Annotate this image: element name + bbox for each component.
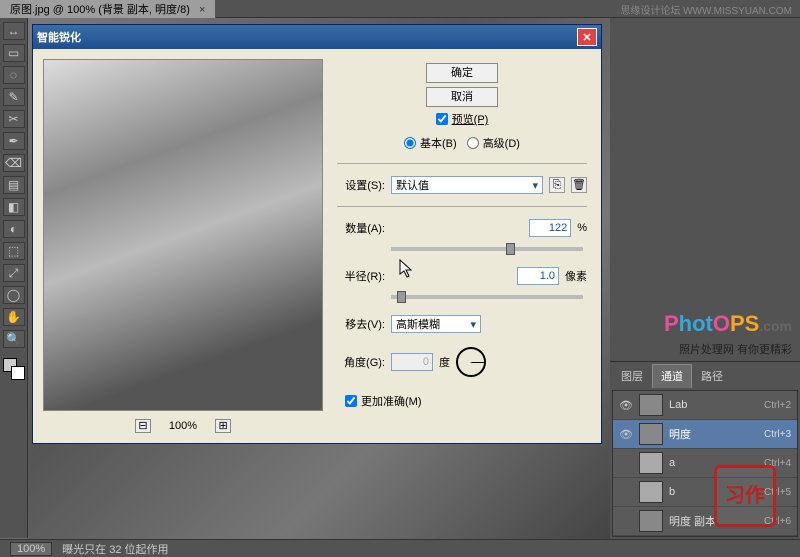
cancel-button[interactable]: 取消 [426, 87, 498, 107]
visibility-icon[interactable] [619, 514, 633, 528]
tab-channels[interactable]: 通道 [652, 364, 692, 388]
seal-stamp: 习作 [714, 465, 776, 527]
amount-label: 数量(A): [337, 220, 385, 236]
settings-select[interactable]: 默认值 ▾ [391, 176, 543, 194]
preview-checkbox-label: 预览(P) [452, 111, 489, 127]
settings-value: 默认值 [396, 177, 429, 193]
tool-brush[interactable]: ✒ [3, 132, 25, 150]
amount-slider[interactable] [391, 247, 583, 251]
basic-radio[interactable]: 基本(B) [404, 135, 457, 151]
visibility-icon[interactable]: 👁 [619, 398, 633, 412]
save-preset-icon[interactable]: ⎘ [549, 177, 565, 193]
tool-shape[interactable]: ◯ [3, 286, 25, 304]
tab-paths[interactable]: 路径 [692, 364, 732, 388]
remove-value: 高斯模糊 [396, 316, 440, 332]
zoom-out-button[interactable]: ⊟ [135, 419, 151, 433]
channel-name: Lab [669, 399, 758, 411]
chevron-down-icon: ▾ [532, 179, 538, 192]
more-accurate-checkbox[interactable]: 更加准确(M) [345, 393, 587, 409]
radius-input[interactable]: 1.0 [517, 267, 559, 285]
channel-thumb [639, 481, 663, 503]
dialog-title: 智能锐化 [37, 29, 81, 45]
tool-zoom[interactable]: 🔍 [3, 330, 25, 348]
status-text: 曝光只在 32 位起作用 [62, 541, 168, 557]
zoom-value: 100% [169, 420, 197, 432]
tab-layers[interactable]: 图层 [612, 364, 652, 388]
channel-thumb [639, 394, 663, 416]
tool-pen[interactable]: ◐ [3, 220, 25, 238]
tool-dodge[interactable]: ◧ [3, 198, 25, 216]
close-icon[interactable]: ✕ [577, 28, 597, 46]
photops-tagline: 照片处理网 有你更精彩 [610, 341, 800, 361]
angle-input: 0 [391, 353, 433, 371]
radius-label: 半径(R): [337, 268, 385, 284]
channel-row[interactable]: 👁 Lab Ctrl+2 [613, 391, 797, 420]
angle-unit: 度 [439, 354, 450, 370]
tool-wand[interactable]: ✎ [3, 88, 25, 106]
dialog-titlebar[interactable]: 智能锐化 ✕ [33, 25, 601, 49]
tool-marquee[interactable]: ▭ [3, 44, 25, 62]
photops-logo: PhotOPS.com [664, 311, 792, 337]
tool-gradient[interactable]: ▤ [3, 176, 25, 194]
status-bar: 100% 曝光只在 32 位起作用 [0, 539, 800, 557]
preview-checkbox[interactable]: 预览(P) [436, 111, 489, 127]
channel-shortcut: Ctrl+2 [764, 400, 791, 411]
preview-image[interactable] [43, 59, 323, 411]
document-title: 原图.jpg @ 100% (背景 副本, 明度/8) [10, 4, 190, 16]
radius-slider[interactable] [391, 295, 583, 299]
angle-dial[interactable] [456, 347, 486, 377]
delete-preset-icon[interactable]: 🗑 [571, 177, 587, 193]
channel-thumb [639, 510, 663, 532]
close-tab-icon[interactable]: × [199, 4, 205, 16]
remove-select[interactable]: 高斯模糊 ▾ [391, 315, 481, 333]
document-tab[interactable]: 原图.jpg @ 100% (背景 副本, 明度/8) × [0, 0, 216, 19]
zoom-in-button[interactable]: ⊞ [215, 419, 231, 433]
watermark-top: 思缘设计论坛 WWW.MISSYUAN.COM [620, 2, 792, 17]
angle-label: 角度(G): [337, 354, 385, 370]
amount-unit: % [577, 222, 587, 234]
status-zoom[interactable]: 100% [10, 542, 52, 556]
advanced-radio[interactable]: 高级(D) [467, 135, 520, 151]
chevron-down-icon: ▾ [470, 318, 476, 331]
tool-text[interactable]: ⬚ [3, 242, 25, 260]
preview-pane: ⊟ 100% ⊞ [43, 59, 323, 433]
right-panels: PhotOPS.com 照片处理网 有你更精彩 图层 通道 路径 👁 Lab C… [610, 18, 800, 539]
tool-eraser[interactable]: ⌫ [3, 154, 25, 172]
tool-move[interactable]: ↔ [3, 22, 25, 40]
toolbox: ↔ ▭ ◌ ✎ ✂ ✒ ⌫ ▤ ◧ ◐ ⬚ ⤢ ◯ ✋ 🔍 [0, 18, 28, 538]
preview-checkbox-input[interactable] [436, 113, 448, 125]
tool-hand[interactable]: ✋ [3, 308, 25, 326]
visibility-icon[interactable] [619, 485, 633, 499]
tool-crop[interactable]: ✂ [3, 110, 25, 128]
channel-thumb [639, 423, 663, 445]
amount-input[interactable]: 122 [529, 219, 571, 237]
channel-shortcut: Ctrl+3 [764, 429, 791, 440]
channel-row[interactable]: 👁 明度 Ctrl+3 [613, 420, 797, 449]
visibility-icon[interactable]: 👁 [619, 427, 633, 441]
mouse-cursor [400, 260, 416, 283]
tool-path[interactable]: ⤢ [3, 264, 25, 282]
smart-sharpen-dialog: 智能锐化 ✕ ⊟ 100% ⊞ 确定 取消 预览(P) 基本(B) 高级(D [32, 24, 602, 444]
channel-name: 明度 [669, 426, 758, 442]
color-swatch[interactable] [3, 358, 25, 380]
tool-lasso[interactable]: ◌ [3, 66, 25, 84]
radius-unit: 像素 [565, 268, 587, 284]
visibility-icon[interactable] [619, 456, 633, 470]
channel-thumb [639, 452, 663, 474]
ok-button[interactable]: 确定 [426, 63, 498, 83]
remove-label: 移去(V): [337, 316, 385, 332]
settings-label: 设置(S): [337, 177, 385, 193]
